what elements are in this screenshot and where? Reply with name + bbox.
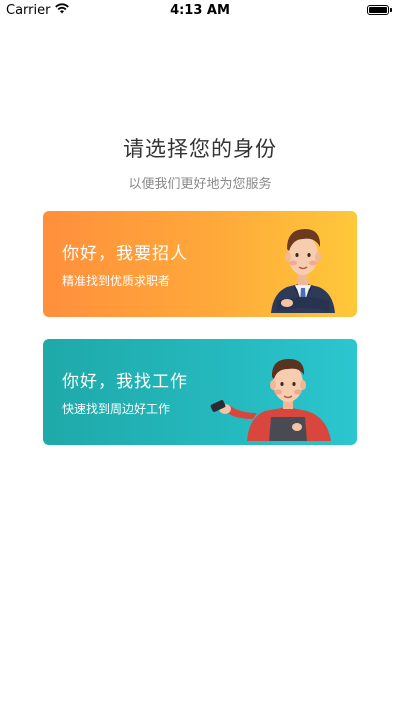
jobseeker-option-card[interactable]: 你好，我找工作 快速找到周边好工作 <box>43 339 357 445</box>
jobseeker-card-title: 你好，我找工作 <box>62 372 188 392</box>
status-bar: Carrier 4:13 AM <box>0 0 400 22</box>
identity-select-screen: Carrier 4:13 AM 请选择您的身份 以便我们更好地为您服务 你好，我… <box>0 0 400 710</box>
worker-illustration <box>203 347 343 445</box>
employer-card-description: 精准找到优质求职者 <box>62 274 171 288</box>
status-time: 4:13 AM <box>170 3 230 18</box>
businessman-illustration <box>267 211 339 317</box>
employer-option-card[interactable]: 你好，我要招人 精准找到优质求职者 <box>43 211 357 317</box>
page-subtitle: 以便我们更好地为您服务 <box>128 177 272 192</box>
jobseeker-card-description: 快速找到周边好工作 <box>62 402 171 416</box>
battery-icon <box>367 5 392 15</box>
page-title: 请选择您的身份 <box>123 137 277 161</box>
employer-card-title: 你好，我要招人 <box>62 244 188 264</box>
battery-level <box>369 7 387 13</box>
